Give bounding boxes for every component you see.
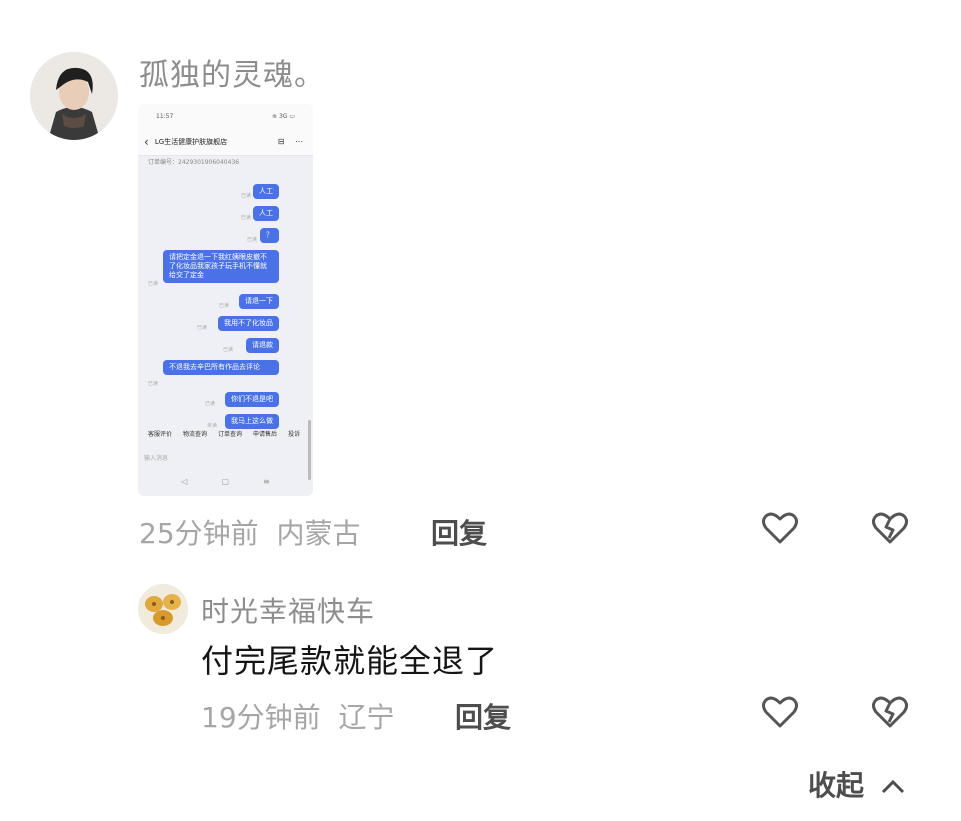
screenshot-menu-item: 投诉 bbox=[288, 430, 301, 438]
read-mark: 已读 bbox=[148, 381, 159, 387]
screenshot-menu-item: 客服评价 bbox=[148, 430, 173, 438]
read-mark: 未读 bbox=[206, 423, 217, 429]
chat-bubble: 我用不了化妆品 bbox=[218, 316, 279, 331]
read-mark: 已读 bbox=[240, 193, 251, 199]
read-mark: 已读 bbox=[218, 303, 229, 309]
reply-time: 19分钟前 bbox=[201, 701, 321, 734]
screenshot-menu-item: 订单查询 bbox=[218, 430, 243, 438]
read-mark: 已读 bbox=[148, 281, 159, 287]
broken-heart-icon[interactable] bbox=[870, 692, 910, 732]
screenshot-status-bar: 11:57 ≋ 3G ▭ bbox=[138, 104, 313, 128]
collapse-button[interactable]: 收起 bbox=[808, 764, 906, 804]
read-mark: 已读 bbox=[240, 215, 251, 221]
chat-bubble: 你们不退是吧 bbox=[225, 392, 279, 407]
comment-username[interactable]: 孤独的灵魂。 bbox=[139, 50, 325, 94]
comment-thread: 孤独的灵魂。 11:57 ≋ 3G ▭ ‹ LG生活健康护肤旗舰店 ⊟ ⋯ 订单… bbox=[0, 0, 961, 821]
screenshot-menu-item: 申请售后 bbox=[253, 430, 278, 438]
chat-bubble: 请退一下 bbox=[239, 294, 279, 309]
read-mark: 已读 bbox=[222, 347, 233, 353]
more-icon: ⊟ ⋯ bbox=[277, 137, 307, 146]
screenshot-chat-header: ‹ LG生活健康护肤旗舰店 ⊟ ⋯ bbox=[138, 128, 313, 156]
read-mark: 已读 bbox=[196, 325, 207, 331]
chat-bubble: 请退款 bbox=[246, 338, 279, 353]
comment-location: 内蒙古 bbox=[276, 517, 361, 550]
heart-outline-icon[interactable] bbox=[760, 692, 800, 732]
chevron-up-icon bbox=[881, 779, 904, 794]
reply-meta: 19分钟前 辽宁 bbox=[201, 696, 394, 736]
screenshot-message-input: 输入消息 bbox=[144, 454, 169, 462]
reply-button[interactable]: 回复 bbox=[455, 696, 511, 736]
avatar[interactable] bbox=[138, 584, 188, 634]
read-mark: 已读 bbox=[246, 237, 257, 243]
heart-outline-icon[interactable] bbox=[760, 508, 800, 548]
menu-nav-icon: ≡ bbox=[263, 476, 270, 486]
chat-bubble: ？ bbox=[260, 228, 279, 243]
comment-image-attachment[interactable]: 11:57 ≋ 3G ▭ ‹ LG生活健康护肤旗舰店 ⊟ ⋯ 订单编号：2429… bbox=[138, 104, 313, 496]
reply-username[interactable]: 时光幸福快车 bbox=[201, 590, 375, 630]
back-icon: ‹ bbox=[144, 134, 149, 149]
comment-time: 25分钟前 bbox=[139, 517, 259, 550]
comment-meta: 25分钟前 内蒙古 bbox=[139, 512, 360, 552]
screenshot-scrollbar bbox=[308, 420, 311, 480]
screenshot-order-number: 订单编号：2429301906040436 bbox=[148, 159, 240, 166]
screenshot-menu-item: 物流查询 bbox=[183, 430, 208, 438]
back-nav-icon: ◁ bbox=[181, 476, 188, 486]
chat-bubble: 人工 bbox=[253, 206, 279, 221]
chat-bubble: 请把定金退一下我红姨眼皮撤不了化妆品我家孩子玩手机不懂就给交了定金 bbox=[163, 250, 279, 283]
screenshot-status-time: 11:57 bbox=[156, 112, 174, 120]
screenshot-nav-bar: ◁ ▢ ≡ bbox=[138, 470, 313, 492]
chat-bubble: 我马上这么做 bbox=[225, 414, 279, 429]
chat-bubble: 人工 bbox=[253, 184, 279, 199]
chat-bubble: 不退我去辛巴所有作品去评论 bbox=[163, 360, 279, 375]
collapse-label: 收起 bbox=[808, 769, 865, 802]
reply-content: 付完尾款就能全退了 bbox=[201, 642, 499, 680]
broken-heart-icon[interactable] bbox=[870, 508, 910, 548]
reply-location: 辽宁 bbox=[338, 701, 395, 734]
home-nav-icon: ▢ bbox=[221, 476, 229, 486]
screenshot-status-icons: ≋ 3G ▭ bbox=[272, 112, 295, 120]
avatar[interactable] bbox=[30, 52, 118, 140]
screenshot-store-name: LG生活健康护肤旗舰店 bbox=[154, 137, 228, 146]
reply-button[interactable]: 回复 bbox=[431, 512, 487, 552]
screenshot-chat-area: 人工 已读 人工 已读 ？ 已读 请把定金退一下我红姨眼皮撤不了化妆品我家孩子玩… bbox=[138, 170, 313, 480]
read-mark: 已读 bbox=[204, 401, 215, 407]
